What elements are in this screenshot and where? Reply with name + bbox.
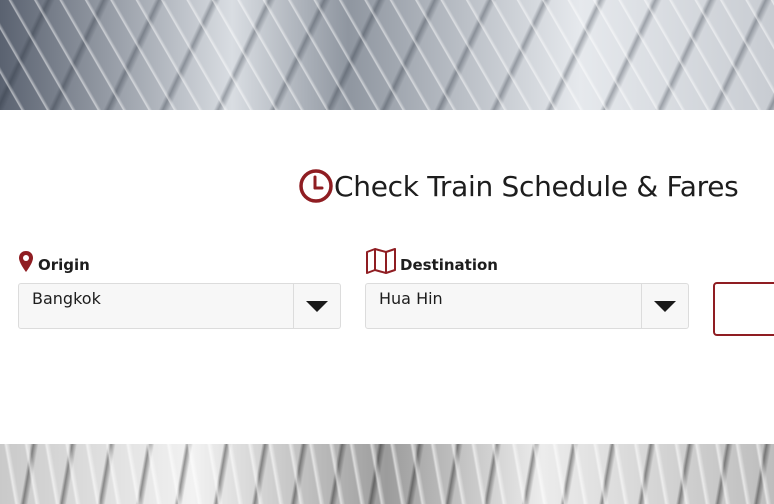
destination-label: Destination (365, 246, 498, 274)
search-button[interactable] (713, 282, 774, 336)
caret-down-icon (654, 300, 676, 312)
origin-select[interactable]: Bangkok (18, 283, 341, 329)
destination-select-value: Hua Hin (379, 289, 443, 308)
search-panel (0, 110, 774, 444)
map-pin-icon (18, 250, 34, 274)
origin-dropdown-toggle[interactable] (293, 284, 340, 328)
background-photo-bottom (0, 444, 774, 504)
clock-icon (298, 168, 334, 204)
destination-select[interactable]: Hua Hin (365, 283, 689, 329)
page-title: Check Train Schedule & Fares (298, 164, 739, 208)
origin-select-value: Bangkok (32, 289, 101, 308)
destination-label-text: Destination (400, 256, 498, 274)
background-photo-top (0, 0, 774, 110)
map-icon (365, 248, 397, 274)
caret-down-icon (306, 300, 328, 312)
destination-dropdown-toggle[interactable] (641, 284, 688, 328)
origin-label: Origin (18, 248, 90, 274)
origin-label-text: Origin (38, 256, 90, 274)
page-title-text: Check Train Schedule & Fares (334, 169, 739, 203)
